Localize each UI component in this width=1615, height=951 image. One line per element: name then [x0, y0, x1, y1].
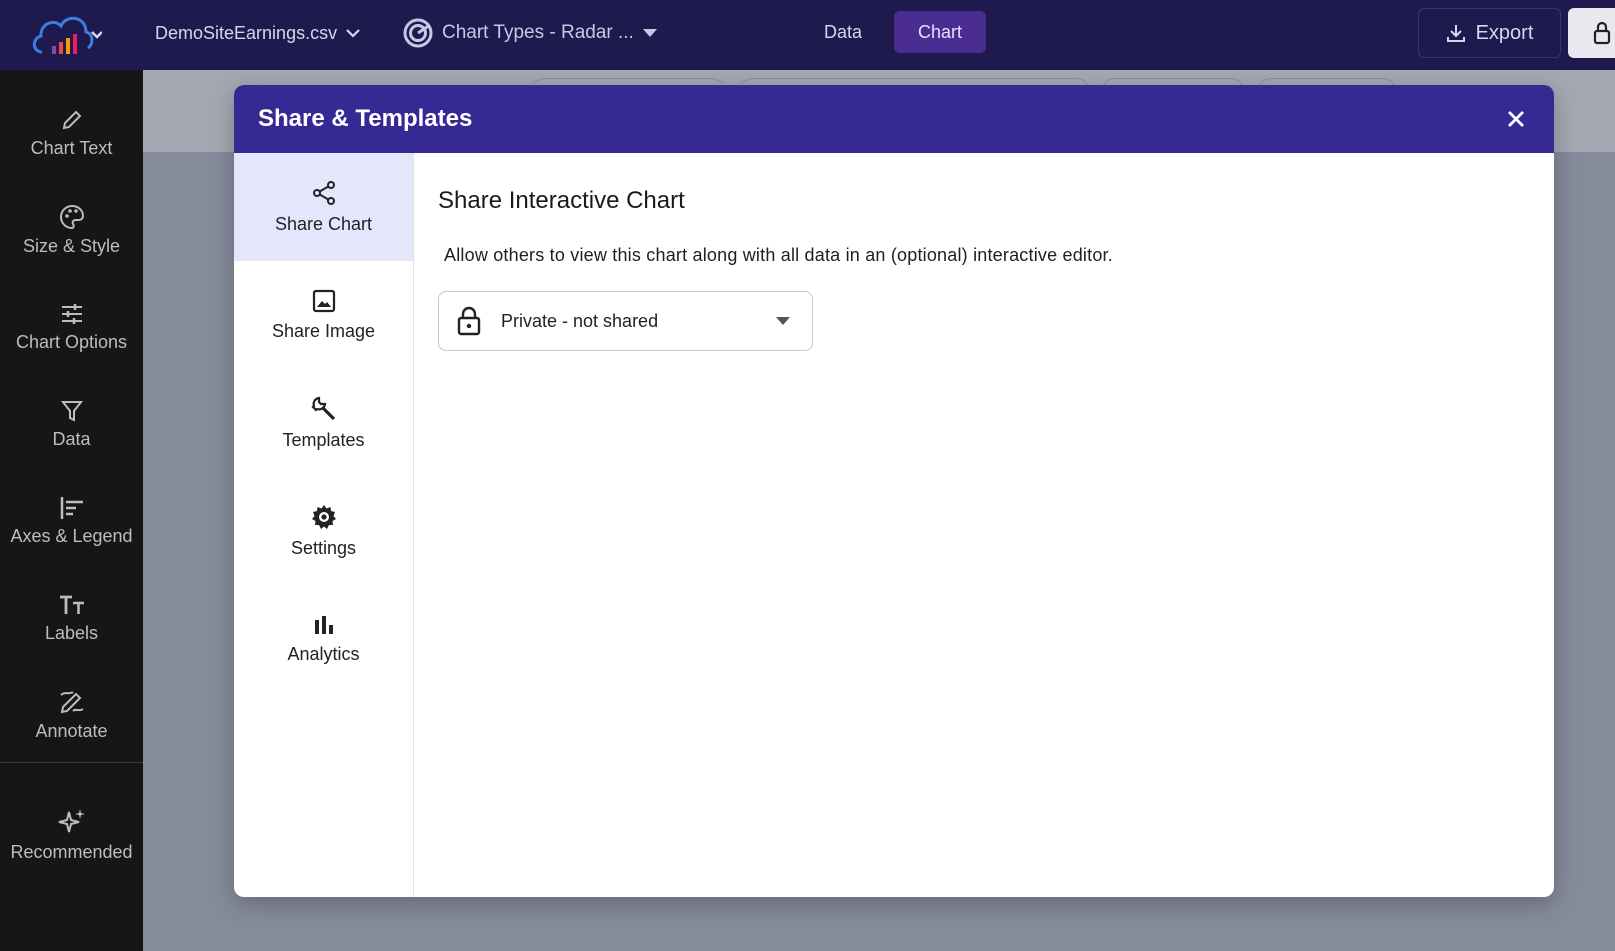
download-icon [1446, 25, 1465, 42]
close-icon [1508, 111, 1524, 127]
sidebar-item-label: Annotate [35, 720, 108, 741]
gear-icon [311, 504, 336, 529]
share-chart-panel: Share Interactive Chart Allow others to … [414, 153, 1554, 897]
palette-icon [59, 204, 84, 229]
sidebar-item-label: Size & Style [22, 235, 121, 256]
nav-templates[interactable]: Templates [234, 369, 413, 477]
sidebar-item-chart-text[interactable]: Chart Text [0, 88, 143, 178]
sidebar-item-label: Labels [44, 622, 99, 643]
sidebar-divider [0, 762, 143, 763]
bar-chart-icon [314, 615, 333, 634]
privacy-value: Private - not shared [501, 310, 659, 331]
axes-icon [60, 496, 83, 519]
file-select[interactable]: DemoSiteEarnings.csv [155, 18, 361, 48]
share-templates-modal: Share & Templates Share Chart Share Imag… [234, 85, 1554, 897]
lock-icon [457, 306, 481, 336]
sidebar-item-label: Axes & Legend [10, 525, 133, 546]
left-sidebar: Chart Text Size & Style Chart Options Da… [0, 70, 143, 951]
image-icon [312, 289, 335, 312]
view-tabs: Data Chart [800, 11, 987, 53]
sparkle-icon [58, 808, 85, 832]
lock-button[interactable] [1568, 8, 1615, 58]
wrench-icon [310, 396, 335, 420]
modal-title: Share & Templates [258, 105, 473, 132]
sidebar-item-label: Chart Text [30, 137, 113, 158]
sidebar-item-axes-legend[interactable]: Axes & Legend [0, 476, 143, 566]
sliders-icon [61, 303, 82, 324]
sidebar-item-label: Data [52, 428, 91, 449]
cloud-chart-logo-icon [32, 16, 102, 54]
nav-label: Templates [282, 429, 365, 450]
nav-label: Share Image [271, 320, 376, 341]
tab-chart[interactable]: Chart [894, 11, 987, 53]
nav-analytics[interactable]: Analytics [234, 585, 413, 693]
nav-share-chart[interactable]: Share Chart [234, 153, 413, 261]
modal-nav: Share Chart Share Image Templates Settin… [234, 153, 414, 897]
panel-title: Share Interactive Chart [438, 187, 685, 214]
sidebar-item-chart-options[interactable]: Chart Options [0, 282, 143, 372]
caret-down-icon [776, 317, 790, 325]
chevron-down-icon [346, 29, 360, 38]
panel-description: Allow others to view this chart along wi… [444, 245, 1113, 265]
export-label: Export [1475, 21, 1534, 44]
close-button[interactable] [1500, 103, 1532, 135]
text-size-icon [59, 595, 84, 614]
sidebar-item-data[interactable]: Data [0, 379, 143, 469]
nav-label: Share Chart [274, 213, 373, 234]
modal-header: Share & Templates [234, 85, 1554, 153]
nav-label: Settings [290, 537, 357, 558]
caret-down-icon [642, 29, 657, 37]
sidebar-item-recommended[interactable]: Recommended [0, 790, 143, 880]
sidebar-item-size-style[interactable]: Size & Style [0, 185, 143, 275]
nav-share-image[interactable]: Share Image [234, 261, 413, 369]
file-name: DemoSiteEarnings.csv [155, 22, 338, 43]
lock-icon [1593, 21, 1611, 45]
nav-settings[interactable]: Settings [234, 477, 413, 585]
pencil-icon [62, 110, 81, 129]
chart-type-select[interactable]: Chart Types - Radar ... [402, 16, 658, 50]
sidebar-item-labels[interactable]: Labels [0, 573, 143, 663]
annotate-icon [59, 690, 84, 713]
filter-icon [60, 400, 83, 422]
share-icon [312, 180, 335, 205]
sidebar-item-label: Recommended [10, 841, 133, 862]
app-logo-menu[interactable] [30, 8, 102, 60]
nav-label: Analytics [287, 643, 360, 664]
export-button[interactable]: Export [1418, 8, 1561, 58]
chart-type-label: Chart Types - Radar ... [442, 22, 634, 43]
sidebar-item-annotate[interactable]: Annotate [0, 670, 143, 760]
top-bar: DemoSiteEarnings.csv Chart Types - Radar… [0, 0, 1615, 70]
tab-data[interactable]: Data [800, 11, 886, 53]
radar-chart-icon [403, 18, 433, 48]
privacy-select[interactable]: Private - not shared [438, 291, 813, 351]
sidebar-item-label: Chart Options [15, 331, 128, 352]
